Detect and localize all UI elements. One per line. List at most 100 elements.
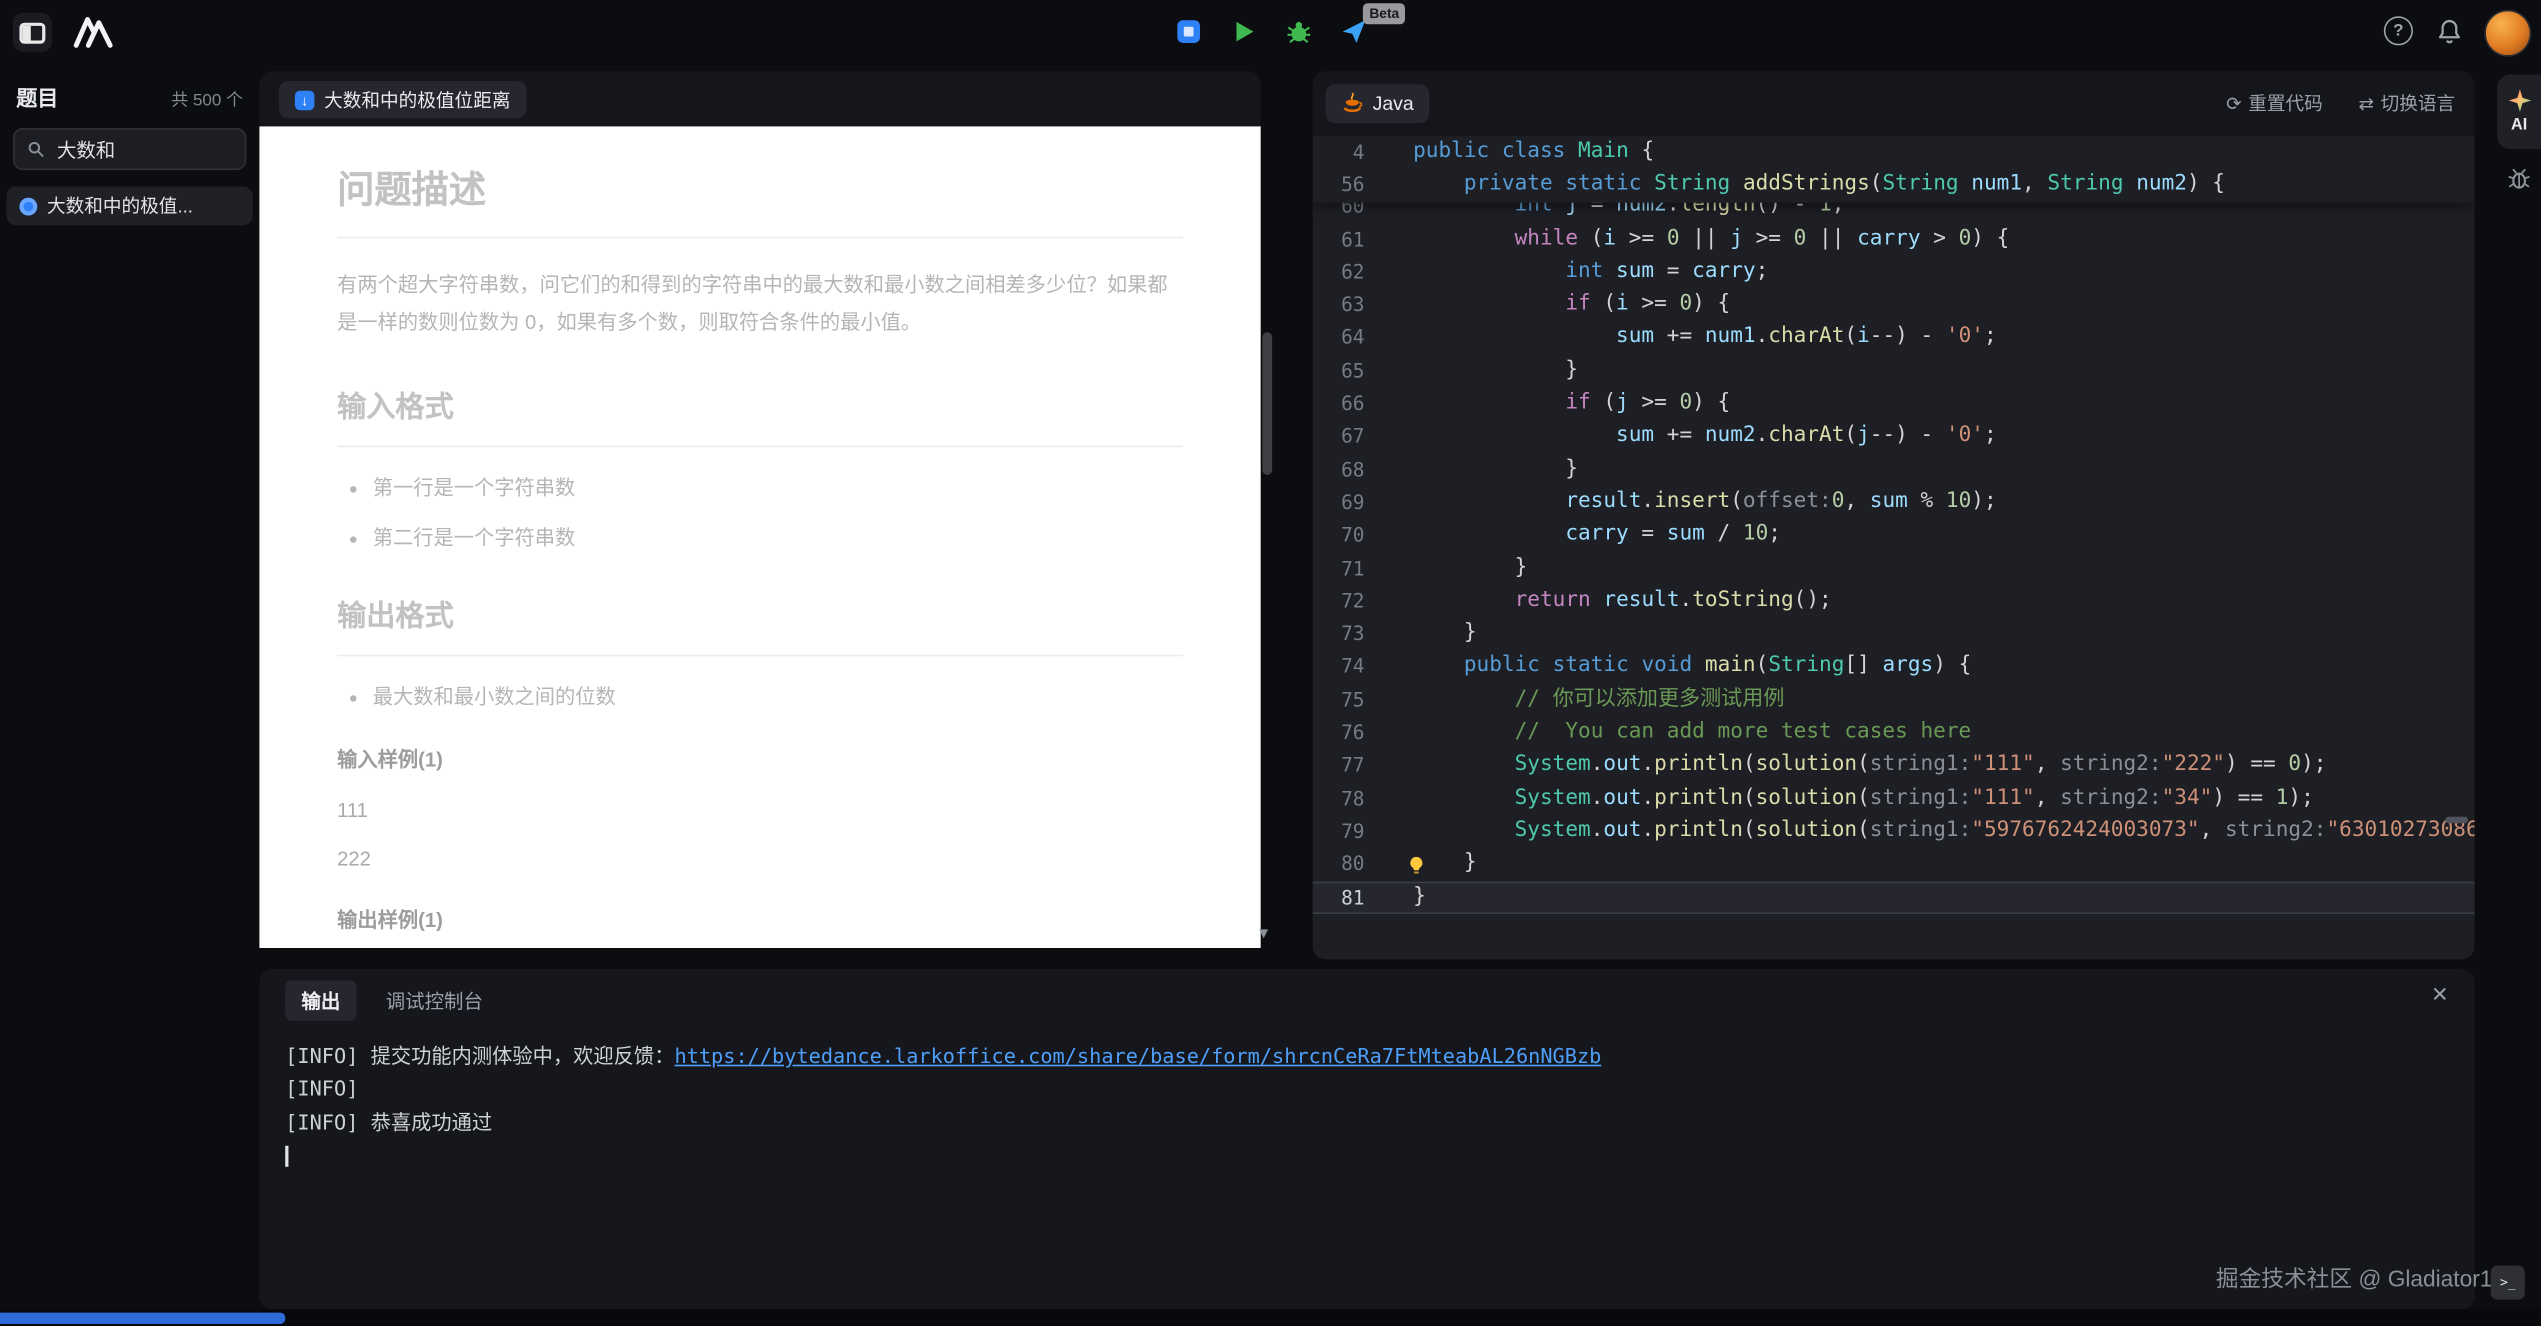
code-text[interactable]: result.insert(offset:0, sum % 10); bbox=[1384, 486, 2475, 519]
code-line-69[interactable]: 69 result.insert(offset:0, sum % 10); bbox=[1313, 486, 2475, 519]
line-number[interactable]: 70 bbox=[1313, 519, 1384, 552]
code-text[interactable]: // You can add more test cases here bbox=[1384, 716, 2475, 749]
code-line-60[interactable]: 60 int j = num2.length() - 1; bbox=[1313, 202, 2475, 223]
code-text[interactable]: sum += num1.charAt(i--) - '0'; bbox=[1384, 322, 2475, 355]
line-number[interactable]: 61 bbox=[1313, 223, 1384, 256]
code-text[interactable]: while (i >= 0 || j >= 0 || carry > 0) { bbox=[1384, 223, 2475, 256]
code-line-71[interactable]: 71 } bbox=[1313, 552, 2475, 585]
help-button[interactable]: ? bbox=[2384, 16, 2413, 45]
sidebar-toggle-button[interactable] bbox=[13, 13, 52, 52]
code-text[interactable]: public class Main { bbox=[1384, 136, 2475, 169]
code-line-78[interactable]: 78 System.out.println(solution(string1:"… bbox=[1313, 782, 2475, 815]
line-number[interactable]: 69 bbox=[1313, 486, 1384, 519]
reset-code-button[interactable]: ⟳ 重置代码 bbox=[2226, 91, 2323, 117]
line-number[interactable]: 71 bbox=[1313, 552, 1384, 585]
switch-language-button[interactable]: ⇄ 切换语言 bbox=[2358, 91, 2455, 117]
line-number[interactable]: 67 bbox=[1313, 420, 1384, 453]
code-line-73[interactable]: 73 } bbox=[1313, 618, 2475, 651]
line-number[interactable]: 65 bbox=[1313, 355, 1384, 388]
code-line-65[interactable]: 65 } bbox=[1313, 355, 2475, 388]
line-number[interactable]: 80 bbox=[1313, 848, 1384, 881]
code-line-64[interactable]: 64 sum += num1.charAt(i--) - '0'; bbox=[1313, 322, 2475, 355]
line-number[interactable]: 77 bbox=[1313, 749, 1384, 782]
code-text[interactable]: } bbox=[1384, 355, 2475, 388]
code-line-56[interactable]: 56 private static String addStrings(Stri… bbox=[1313, 169, 2475, 202]
code-token: "5976762424003073" bbox=[1971, 818, 2199, 842]
line-number[interactable]: 64 bbox=[1313, 322, 1384, 355]
tab-debug-console[interactable]: 调试控制台 bbox=[386, 987, 483, 1015]
line-number[interactable]: 81 bbox=[1313, 881, 1384, 914]
feedback-link[interactable]: https://bytedance.larkoffice.com/share/b… bbox=[674, 1044, 1601, 1068]
code-text[interactable]: System.out.println(solution(string1:"597… bbox=[1384, 815, 2475, 848]
code-text[interactable]: // 你可以添加更多测试用例 bbox=[1384, 683, 2475, 716]
code-text[interactable]: public static void main(String[] args) { bbox=[1384, 651, 2475, 684]
code-text[interactable]: if (i >= 0) { bbox=[1384, 289, 2475, 322]
chevron-down-icon[interactable]: ▾ bbox=[1259, 922, 1268, 943]
code-text[interactable]: if (j >= 0) { bbox=[1384, 387, 2475, 420]
code-text[interactable]: int j = num2.length() - 1; bbox=[1384, 202, 2475, 223]
line-number[interactable]: 66 bbox=[1313, 387, 1384, 420]
close-icon[interactable]: ✕ bbox=[2431, 982, 2449, 1008]
code-text[interactable]: System.out.println(solution(string1:"111… bbox=[1384, 782, 2475, 815]
run-button[interactable] bbox=[1173, 16, 1202, 45]
language-tab-java[interactable]: Java bbox=[1326, 84, 1430, 123]
code-text[interactable]: } bbox=[1384, 552, 2475, 585]
line-number[interactable]: 74 bbox=[1313, 651, 1384, 684]
code-line-66[interactable]: 66 if (j >= 0) { bbox=[1313, 387, 2475, 420]
line-number[interactable]: 76 bbox=[1313, 716, 1384, 749]
code-line-79[interactable]: 79 System.out.println(solution(string1:"… bbox=[1313, 815, 2475, 848]
code-line-72[interactable]: 72 return result.toString(); bbox=[1313, 585, 2475, 618]
problem-tab[interactable]: ↓ 大数和中的极值位距离 bbox=[279, 81, 527, 118]
search-box[interactable] bbox=[13, 128, 246, 170]
code-line-70[interactable]: 70 carry = sum / 10; bbox=[1313, 519, 2475, 552]
line-number[interactable]: 72 bbox=[1313, 585, 1384, 618]
line-number[interactable]: 62 bbox=[1313, 256, 1384, 289]
lightbulb-icon[interactable] bbox=[1407, 854, 1426, 873]
code-text[interactable]: return result.toString(); bbox=[1384, 585, 2475, 618]
line-number[interactable]: 4 bbox=[1313, 136, 1384, 169]
code-text[interactable]: } bbox=[1384, 453, 2475, 486]
code-line-76[interactable]: 76 // You can add more test cases here bbox=[1313, 716, 2475, 749]
line-number[interactable]: 75 bbox=[1313, 683, 1384, 716]
doc-scrollbar-thumb[interactable] bbox=[1262, 332, 1272, 475]
code-text[interactable]: carry = sum / 10; bbox=[1384, 519, 2475, 552]
code-text[interactable]: sum += num2.charAt(j--) - '0'; bbox=[1384, 420, 2475, 453]
line-number[interactable]: 60 bbox=[1313, 202, 1384, 223]
code-line-74[interactable]: 74 public static void main(String[] args… bbox=[1313, 651, 2475, 684]
code-line-63[interactable]: 63 if (i >= 0) { bbox=[1313, 289, 2475, 322]
editor-scrollbar-thumb[interactable] bbox=[2445, 817, 2468, 823]
sidebar-item-problem[interactable]: 大数和中的极值... bbox=[6, 186, 252, 225]
feedback-bug-button[interactable] bbox=[2500, 160, 2536, 196]
code-area[interactable]: 60 int j = num2.length() - 1;61 while (i… bbox=[1313, 136, 2475, 959]
search-input[interactable] bbox=[54, 136, 232, 162]
ai-assistant-button[interactable]: AI bbox=[2497, 75, 2541, 150]
line-number[interactable]: 68 bbox=[1313, 453, 1384, 486]
line-number[interactable]: 79 bbox=[1313, 815, 1384, 848]
line-number[interactable]: 56 bbox=[1313, 169, 1384, 202]
code-text[interactable]: private static String addStrings(String … bbox=[1384, 169, 2475, 202]
code-text[interactable]: System.out.println(solution(string1:"111… bbox=[1384, 749, 2475, 782]
code-text[interactable]: int sum = carry; bbox=[1384, 256, 2475, 289]
line-number[interactable]: 78 bbox=[1313, 782, 1384, 815]
play-button[interactable] bbox=[1228, 16, 1257, 45]
notifications-button[interactable] bbox=[2434, 16, 2463, 45]
line-number[interactable]: 63 bbox=[1313, 289, 1384, 322]
code-line-77[interactable]: 77 System.out.println(solution(string1:"… bbox=[1313, 749, 2475, 782]
code-line-62[interactable]: 62 int sum = carry; bbox=[1313, 256, 2475, 289]
line-number[interactable]: 73 bbox=[1313, 618, 1384, 651]
terminal-icon[interactable]: >_ bbox=[2491, 1266, 2525, 1300]
code-line-61[interactable]: 61 while (i >= 0 || j >= 0 || carry > 0)… bbox=[1313, 223, 2475, 256]
debug-button[interactable] bbox=[1283, 16, 1312, 45]
code-line-80[interactable]: 80 } bbox=[1313, 848, 2475, 881]
code-line-68[interactable]: 68 } bbox=[1313, 453, 2475, 486]
code-line-4[interactable]: 4public class Main { bbox=[1313, 136, 2475, 169]
tab-output[interactable]: 输出 bbox=[285, 980, 356, 1021]
code-text[interactable]: } bbox=[1384, 848, 2475, 881]
code-line-75[interactable]: 75 // 你可以添加更多测试用例 bbox=[1313, 683, 2475, 716]
code-line-67[interactable]: 67 sum += num2.charAt(j--) - '0'; bbox=[1313, 420, 2475, 453]
code-line-81[interactable]: 81} bbox=[1313, 881, 2475, 914]
avatar[interactable] bbox=[2484, 10, 2531, 57]
code-text[interactable]: } bbox=[1384, 881, 2475, 914]
marscode-logo-icon[interactable] bbox=[71, 13, 116, 52]
code-text[interactable]: } bbox=[1384, 618, 2475, 651]
